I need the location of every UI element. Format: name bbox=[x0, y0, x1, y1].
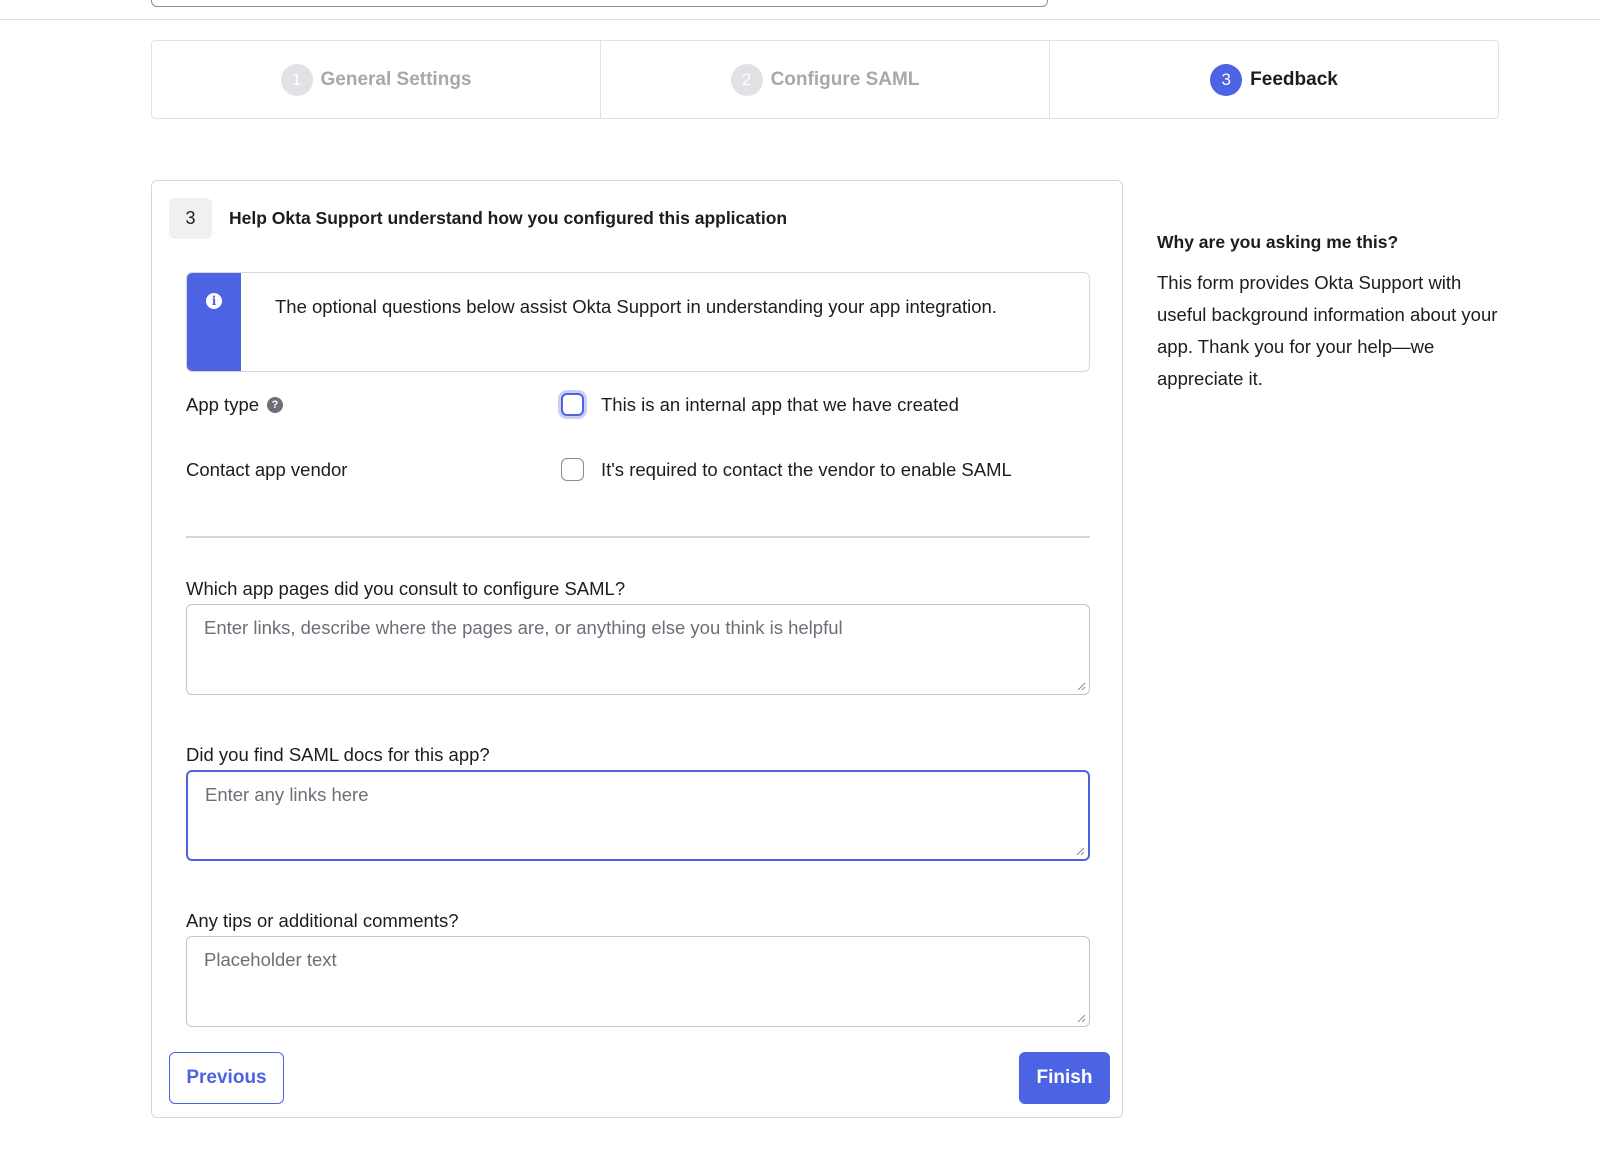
step-label: Configure SAML bbox=[770, 68, 920, 90]
app-type-label-text: App type bbox=[186, 393, 260, 415]
side-help-body: This form provides Okta Support with use… bbox=[1157, 272, 1498, 389]
search-input-edge[interactable] bbox=[151, 0, 1048, 7]
previous-button[interactable]: Previous bbox=[169, 1052, 284, 1104]
contact-vendor-checkbox[interactable] bbox=[561, 458, 584, 481]
card-title: Help Okta Support understand how you con… bbox=[229, 208, 788, 228]
callout-text: The optional questions below assist Okta… bbox=[275, 296, 997, 317]
step-number: 2 bbox=[730, 63, 763, 96]
contact-vendor-checkbox-label[interactable]: It's required to contact the vendor to e… bbox=[601, 459, 1012, 481]
side-help-panel: Why are you asking me this? This form pr… bbox=[1157, 232, 1507, 395]
side-help-heading: Why are you asking me this? bbox=[1157, 232, 1399, 252]
step-number: 1 bbox=[280, 63, 313, 96]
callout-accent-bar: i bbox=[187, 273, 241, 371]
internal-app-checkbox-label[interactable]: This is an internal app that we have cre… bbox=[601, 394, 959, 416]
contact-vendor-row: Contact app vendor It's required to cont… bbox=[186, 458, 1090, 481]
saml-docs-placeholder: Enter any links here bbox=[205, 784, 369, 805]
resize-handle-icon[interactable] bbox=[1076, 681, 1086, 691]
info-callout: i The optional questions below assist Ok… bbox=[186, 272, 1090, 372]
section-divider bbox=[186, 536, 1090, 538]
step-label: General Settings bbox=[320, 68, 472, 90]
card-header: 3 Help Okta Support understand how you c… bbox=[169, 198, 787, 239]
app-type-row: App type ? This is an internal app that … bbox=[186, 393, 1090, 416]
app-pages-textarea[interactable]: Enter links, describe where the pages ar… bbox=[186, 604, 1090, 695]
finish-button[interactable]: Finish bbox=[1019, 1052, 1110, 1104]
step-number: 3 bbox=[1210, 63, 1243, 96]
header-divider bbox=[0, 19, 1600, 20]
contact-vendor-label: Contact app vendor bbox=[186, 459, 561, 481]
wizard-stepper: 1 General Settings 2 Configure SAML 3 Fe… bbox=[151, 40, 1499, 119]
step-label: Feedback bbox=[1250, 68, 1338, 90]
step-feedback[interactable]: 3 Feedback bbox=[1050, 41, 1498, 118]
app-pages-placeholder: Enter links, describe where the pages ar… bbox=[204, 617, 843, 638]
comments-label: Any tips or additional comments? bbox=[186, 910, 459, 931]
step-general-settings[interactable]: 1 General Settings bbox=[152, 41, 601, 118]
contact-vendor-label-text: Contact app vendor bbox=[186, 458, 348, 480]
app-type-label: App type ? bbox=[186, 394, 561, 416]
app-pages-label: Which app pages did you consult to confi… bbox=[186, 578, 626, 599]
help-icon[interactable]: ? bbox=[267, 396, 284, 413]
saml-docs-textarea[interactable]: Enter any links here bbox=[186, 770, 1090, 861]
info-icon: i bbox=[206, 293, 222, 309]
feedback-card: 3 Help Okta Support understand how you c… bbox=[151, 180, 1123, 1118]
resize-handle-icon[interactable] bbox=[1075, 846, 1085, 856]
comments-textarea[interactable]: Placeholder text bbox=[186, 936, 1090, 1027]
saml-docs-label: Did you find SAML docs for this app? bbox=[186, 744, 490, 765]
internal-app-checkbox[interactable] bbox=[561, 393, 584, 416]
section-number-badge: 3 bbox=[169, 198, 212, 239]
resize-handle-icon[interactable] bbox=[1076, 1013, 1086, 1023]
step-configure-saml[interactable]: 2 Configure SAML bbox=[601, 41, 1050, 118]
comments-placeholder: Placeholder text bbox=[204, 949, 337, 970]
